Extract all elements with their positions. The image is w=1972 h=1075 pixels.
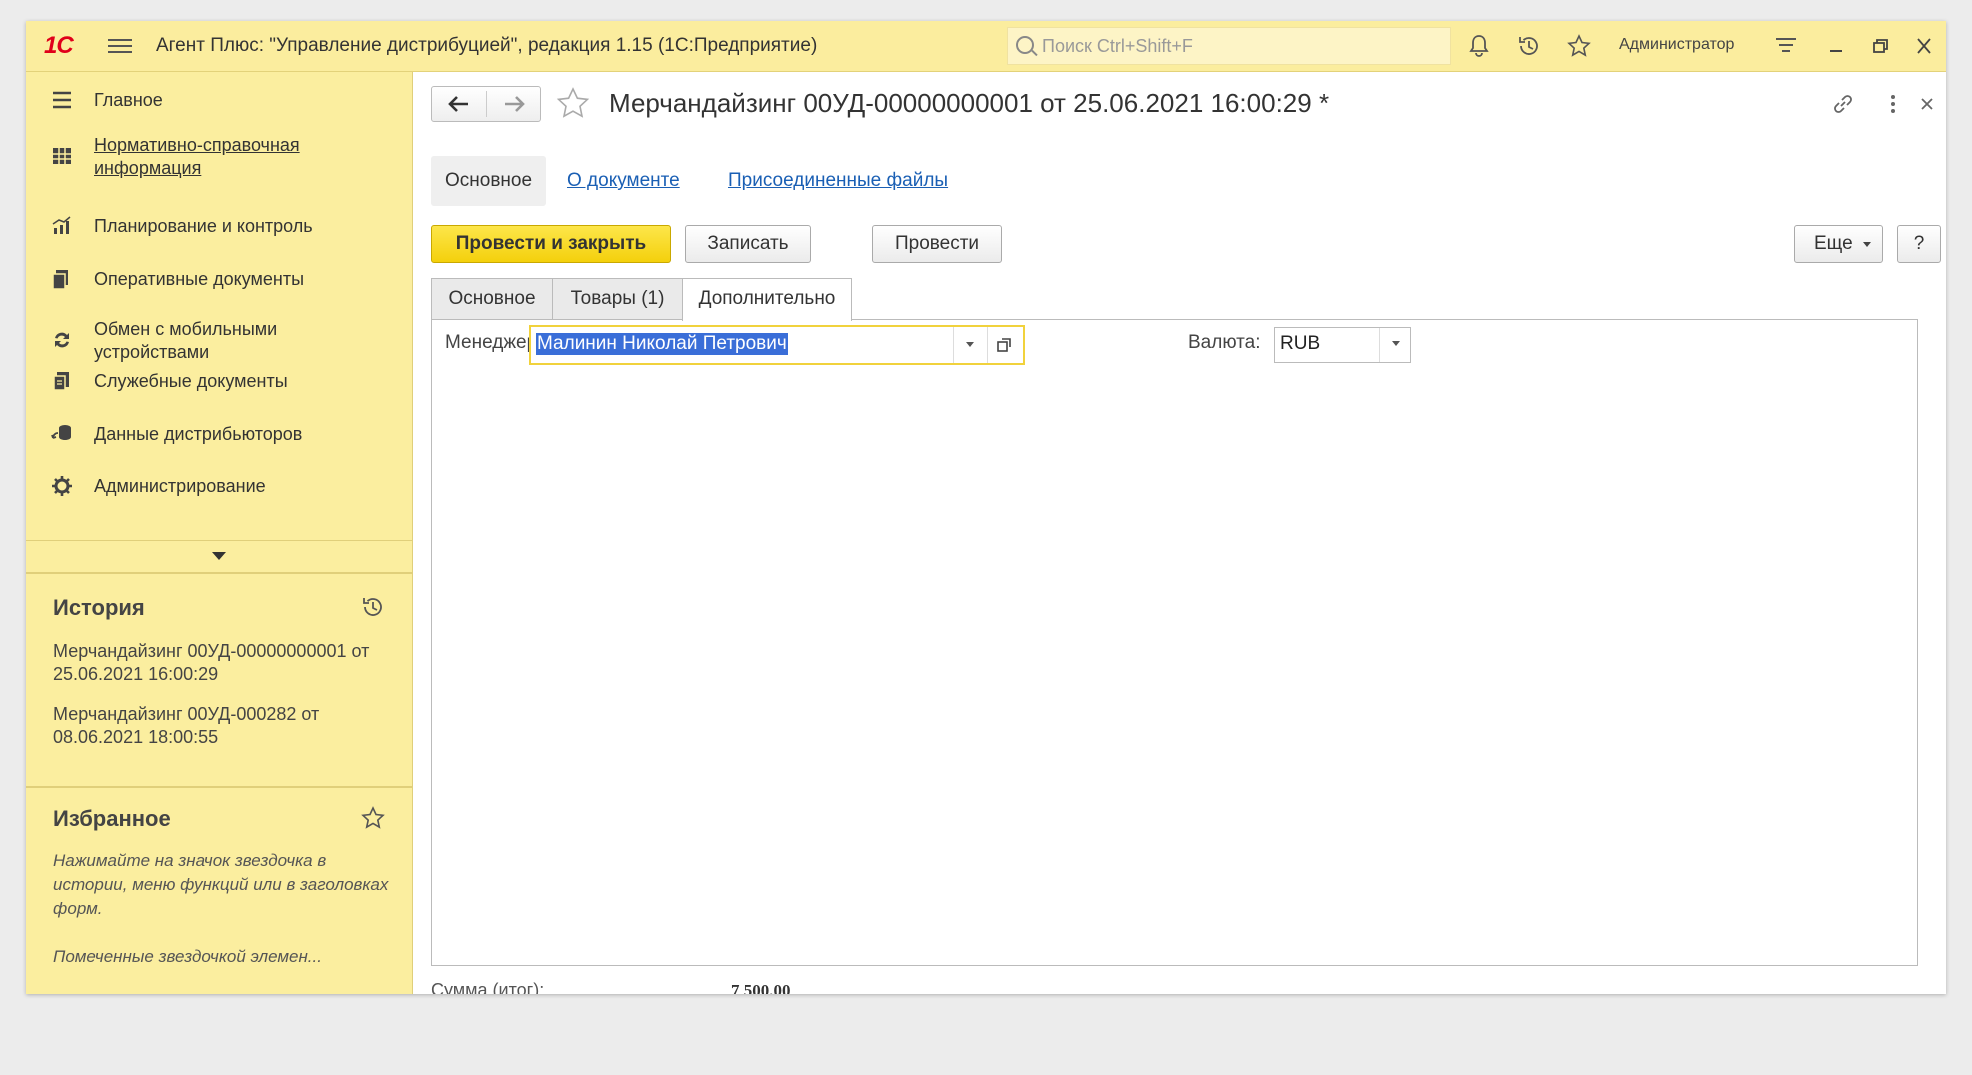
history-icon[interactable] — [360, 594, 386, 620]
forward-arrow-icon[interactable] — [487, 87, 541, 121]
history-title: История — [53, 595, 145, 620]
tab-additional[interactable]: Дополнительно — [682, 278, 852, 321]
chevron-down-icon — [966, 342, 974, 347]
star-icon[interactable] — [1566, 33, 1592, 59]
manager-dropdown-button[interactable] — [953, 327, 985, 363]
sidebar-item-mobile-exchange[interactable]: Обмен с мобильными устройствами — [26, 316, 412, 366]
distributors-icon — [51, 425, 71, 440]
1c-logo: 1С — [44, 32, 74, 59]
manager-open-button[interactable] — [987, 327, 1019, 363]
tab-panel-additional: Менеджер: Малинин Николай Петрович Валют… — [431, 319, 1918, 966]
sidebar-item-label: Служебные документы — [94, 371, 288, 391]
back-arrow-icon[interactable] — [432, 87, 486, 121]
minimize-icon[interactable] — [1822, 33, 1850, 59]
settings-menu-icon[interactable] — [1773, 33, 1799, 59]
link-icon[interactable] — [1829, 90, 1857, 118]
sidebar-item-label: Данные дистрибьюторов — [94, 424, 303, 444]
currency-label: Валюта: — [1188, 332, 1261, 353]
documents-icon — [52, 270, 68, 290]
manager-label: Менеджер: — [445, 332, 543, 353]
bar-chart-icon — [52, 216, 71, 234]
more-vertical-icon[interactable] — [1879, 90, 1907, 118]
favorites-hint: Нажимайте на значок звездочка в истории,… — [53, 851, 389, 918]
user-name[interactable]: Администратор — [1619, 36, 1734, 54]
sidebar-item-planning[interactable]: Планирование и контроль — [26, 212, 412, 242]
sidebar-item-label: Оперативные документы — [94, 269, 305, 289]
manager-field[interactable]: Малинин Николай Петрович — [529, 325, 1025, 365]
help-button[interactable]: ? — [1897, 225, 1941, 263]
currency-dropdown-button[interactable] — [1379, 328, 1411, 362]
main-menu-icon[interactable] — [108, 35, 132, 55]
search-icon — [1016, 36, 1034, 54]
section-tab-about[interactable]: О документе — [567, 156, 680, 206]
sync-icon — [55, 332, 69, 348]
favorite-star-icon[interactable] — [555, 86, 591, 122]
history-icon[interactable] — [1516, 33, 1542, 59]
expand-menu-icon[interactable] — [212, 552, 226, 560]
sidebar-item-administration[interactable]: Администрирование — [26, 472, 412, 502]
app-window: 1С Агент Плюс: "Управление дистрибуцией"… — [26, 21, 1946, 994]
sidebar-item-label: Главное — [94, 90, 163, 110]
section-tab-main[interactable]: Основное — [431, 156, 547, 206]
total-value: 7 500,00 — [731, 981, 791, 994]
search-box — [1007, 27, 1451, 65]
grid-icon — [53, 148, 71, 164]
manager-value: Малинин Николай Петрович — [536, 333, 788, 355]
open-icon — [997, 338, 1011, 352]
sidebar-item-distributors[interactable]: Данные дистрибьюторов — [26, 420, 412, 450]
post-and-close-button[interactable]: Провести и закрыть — [431, 225, 671, 263]
favorites-title: Избранное — [53, 806, 171, 831]
nav-divider — [26, 540, 412, 541]
favorites-divider — [26, 786, 412, 788]
sidebar: Главное Нормативно-справочная информация… — [26, 72, 413, 994]
restore-icon[interactable] — [1866, 33, 1894, 59]
sidebar-item-main[interactable]: Главное — [26, 86, 412, 116]
close-window-icon[interactable] — [1910, 33, 1938, 59]
history-navigation — [431, 86, 541, 122]
save-button[interactable]: Записать — [685, 225, 811, 263]
chevron-down-icon — [1863, 242, 1871, 247]
chevron-down-icon — [1392, 341, 1400, 346]
post-button[interactable]: Провести — [872, 225, 1002, 263]
star-icon[interactable] — [360, 805, 386, 831]
menu-lines-icon — [53, 91, 71, 109]
sidebar-item-label: Администрирование — [94, 476, 266, 496]
tab-main[interactable]: Основное — [431, 278, 553, 320]
sidebar-item-reference[interactable]: Нормативно-справочная информация — [26, 132, 412, 182]
sidebar-item-label: Нормативно-справочная информация — [94, 135, 300, 178]
search-input[interactable] — [1042, 28, 1442, 64]
document-form: Мерчандайзинг 00УД-00000000001 от 25.06.… — [413, 72, 1946, 994]
tab-goods[interactable]: Товары (1) — [552, 278, 683, 320]
history-divider — [26, 572, 412, 574]
sidebar-item-label: Планирование и контроль — [94, 216, 313, 236]
favorites-note: Помеченные звездочкой элемен... — [53, 947, 322, 966]
more-button-label: Еще — [1814, 233, 1853, 254]
title-bar: 1С Агент Плюс: "Управление дистрибуцией"… — [26, 21, 1946, 72]
app-title: Агент Плюс: "Управление дистрибуцией", р… — [156, 35, 818, 56]
sidebar-item-label: Обмен с мобильными устройствами — [94, 319, 278, 362]
sidebar-item-operational[interactable]: Оперативные документы — [26, 265, 412, 295]
currency-field[interactable]: RUB — [1274, 327, 1411, 363]
sidebar-item-service-docs[interactable]: Служебные документы — [26, 367, 412, 397]
more-button[interactable]: Еще — [1794, 225, 1883, 263]
gear-icon — [52, 476, 72, 496]
service-docs-icon — [53, 372, 69, 391]
document-title: Мерчандайзинг 00УД-00000000001 от 25.06.… — [609, 88, 1330, 118]
section-tab-files[interactable]: Присоединенные файлы — [728, 156, 948, 206]
currency-value: RUB — [1280, 333, 1321, 354]
bell-icon[interactable] — [1466, 33, 1492, 59]
total-label: Сумма (итог): — [431, 980, 545, 994]
close-icon[interactable] — [1913, 90, 1941, 118]
history-item[interactable]: Мерчандайзинг 00УД-00000000001 от 25.06.… — [53, 640, 383, 686]
history-item[interactable]: Мерчандайзинг 00УД-000282 от 08.06.2021 … — [53, 703, 383, 749]
